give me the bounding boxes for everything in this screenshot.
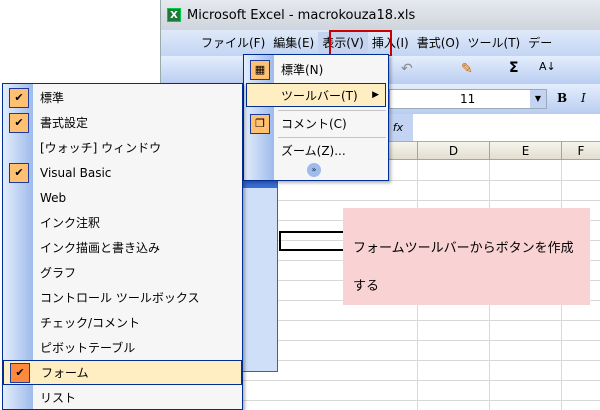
checkmark-icon: ✔	[9, 162, 29, 183]
chevron-down-icon[interactable]: ▼	[530, 90, 546, 108]
view-menu-comments[interactable]: ❐ コメント(C)	[244, 111, 388, 136]
toolbar-menu-item[interactable]: リスト	[3, 385, 242, 410]
toolbar-menu-item[interactable]: ✔ フォーム	[3, 360, 242, 385]
drawing-icon[interactable]: ✎	[461, 61, 473, 77]
menu-data[interactable]: デー	[524, 32, 556, 54]
checkmark-icon: ✔	[10, 362, 30, 383]
callout-note: フォームツールバーからボタンを作成する	[343, 208, 590, 305]
item-label: ツールバー(T)	[281, 88, 358, 103]
font-size-value: 11	[460, 92, 476, 106]
item-label: 標準(N)	[281, 63, 324, 77]
chevron-double-down-icon[interactable]: »	[307, 163, 321, 177]
font-size-select[interactable]: 11 ▼	[389, 89, 547, 109]
comment-icon: ❐	[250, 113, 270, 134]
checkmark-icon: ✔	[9, 112, 29, 133]
item-label: コントロール ツールボックス	[40, 291, 200, 305]
toolbar-menu-item[interactable]: インク注釈	[3, 210, 242, 235]
active-cell[interactable]	[279, 231, 347, 251]
item-label: ズーム(Z)...	[281, 144, 346, 158]
excel-icon: X	[167, 8, 181, 22]
autosum-icon[interactable]: Σ	[509, 60, 519, 76]
toolbar-menu-item[interactable]: コントロール ツールボックス	[3, 285, 242, 310]
menu-format[interactable]: 書式(O)	[413, 32, 464, 54]
item-label: Web	[40, 190, 67, 205]
toolbars-submenu: ✔ 標準 ✔ 書式設定 [ウォッチ] ウィンドウ ✔ Visual Basic Web インク注…	[2, 83, 243, 410]
toolbar-menu-item[interactable]: チェック/コメント	[3, 310, 242, 335]
toolbar-menu-item[interactable]: ピボットテーブル	[3, 335, 242, 360]
undo-icon[interactable]: ↶	[401, 61, 413, 77]
italic-button[interactable]: I	[581, 91, 586, 105]
item-label: Visual Basic	[40, 165, 112, 180]
view-menu-toolbars[interactable]: ツールバー(T) ▶	[246, 83, 386, 107]
title-bar: X Microsoft Excel - macrokouza18.xls	[161, 0, 600, 30]
item-label: コメント(C)	[281, 117, 347, 131]
toolbar-menu-item[interactable]: ✔ 標準	[3, 85, 242, 110]
column-header-f[interactable]: F	[561, 142, 600, 160]
grid-icon: ▦	[250, 59, 270, 80]
toolbar-menu-item[interactable]: ✔ Visual Basic	[3, 160, 242, 185]
item-label: チェック/コメント	[40, 316, 141, 330]
item-label: フォーム	[41, 366, 89, 380]
submenu-arrow-icon: ▶	[372, 90, 379, 100]
toolbar-menu-item[interactable]: グラフ	[3, 260, 242, 285]
highlight-box	[329, 30, 392, 57]
toolbar-menu-item[interactable]: インク描画と書き込み	[3, 235, 242, 260]
bold-button[interactable]: B	[557, 91, 567, 105]
toolbar-menu-item[interactable]: ✔ 書式設定	[3, 110, 242, 135]
item-label: [ウォッチ] ウィンドウ	[40, 141, 162, 155]
window-title: Microsoft Excel - macrokouza18.xls	[187, 7, 416, 23]
forms-toolbar: ^	[240, 175, 278, 372]
view-menu-standard[interactable]: ▦ 標準(N)	[244, 57, 388, 82]
column-header-e[interactable]: E	[489, 142, 561, 160]
item-label: ピボットテーブル	[40, 341, 136, 355]
toolbar-menu-item[interactable]: Web	[3, 185, 242, 210]
menu-edit[interactable]: 編集(E)	[269, 32, 318, 54]
item-label: リスト	[40, 391, 77, 405]
item-label: 標準	[40, 91, 65, 105]
toolbar-menu-item[interactable]: [ウォッチ] ウィンドウ	[3, 135, 242, 160]
menu-tools[interactable]: ツール(T)	[464, 32, 525, 54]
menu-file[interactable]: ファイル(F)	[197, 32, 269, 54]
item-label: インク注釈	[40, 216, 101, 230]
column-header-d[interactable]: D	[417, 142, 489, 160]
item-label: 書式設定	[40, 116, 89, 130]
item-label: グラフ	[40, 266, 77, 280]
item-label: インク描画と書き込み	[40, 241, 161, 255]
sort-ascending-icon[interactable]: A↓	[539, 60, 556, 73]
view-menu: ▦ 標準(N) ツールバー(T) ▶ ❐ コメント(C) ズーム(Z)... »	[243, 54, 389, 181]
checkmark-icon: ✔	[9, 87, 29, 108]
view-menu-zoom[interactable]: ズーム(Z)...	[244, 138, 388, 163]
